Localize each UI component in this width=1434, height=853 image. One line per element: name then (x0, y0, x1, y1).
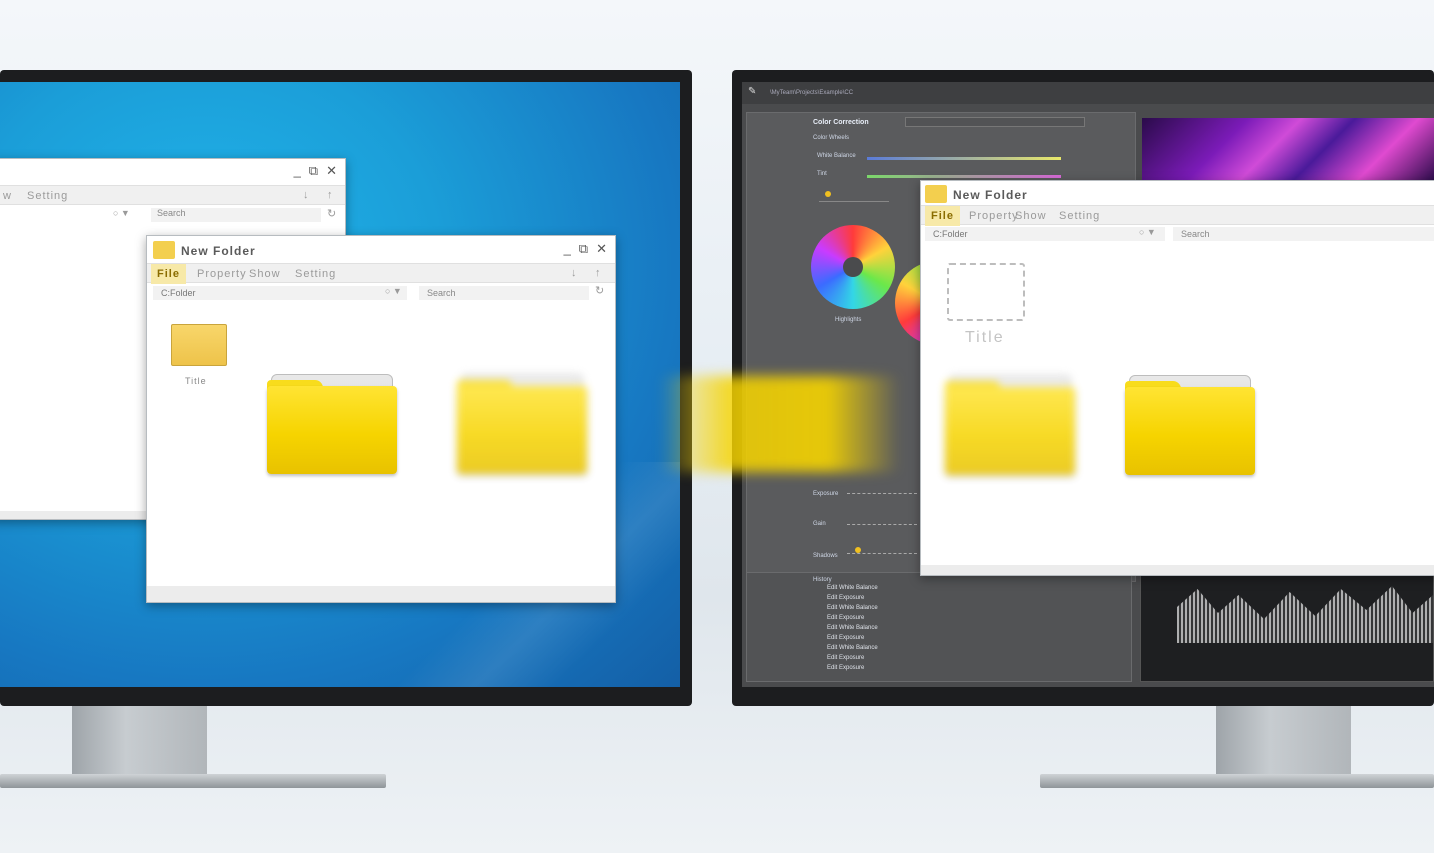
app-logo-icon: ✎ (748, 86, 757, 97)
statusbar (147, 586, 615, 602)
slider-handle[interactable] (825, 191, 831, 197)
menu-item-file[interactable]: File (925, 206, 960, 226)
shadows-slider[interactable] (847, 553, 917, 554)
waveform-scope (1140, 572, 1434, 682)
close-button[interactable]: ✕ (596, 241, 607, 257)
minimize-button[interactable]: _ (294, 163, 301, 179)
left-monitor-stand-base (0, 774, 386, 788)
folder-title-icon (925, 185, 947, 203)
tint-label: Tint (817, 171, 827, 177)
history-panel: History Edit White Balance Edit Exposure… (746, 572, 1132, 682)
reload-icon[interactable]: ↻ (595, 284, 604, 297)
folder-icon[interactable] (267, 374, 397, 474)
path-bar[interactable]: C:Folder (153, 286, 407, 300)
refresh-options-icon[interactable]: ○ ▼ (1139, 227, 1156, 237)
menu-item-setting[interactable]: Setting (295, 268, 336, 280)
restore-button[interactable]: ⧉ (579, 241, 588, 257)
right-monitor-stand-neck (1216, 706, 1351, 776)
up-arrow-icon[interactable]: ↑ (595, 267, 601, 279)
window-title: New Folder (181, 244, 256, 258)
history-item[interactable]: Edit White Balance (827, 603, 1077, 613)
menu-item-show[interactable]: Show (1015, 210, 1047, 222)
search-input[interactable]: Search (1173, 227, 1434, 241)
up-arrow-icon[interactable]: ↑ (327, 189, 333, 201)
window-title: New Folder (953, 188, 1028, 202)
white-balance-slider[interactable] (867, 157, 1061, 160)
menu-item-setting[interactable]: Setting (27, 190, 68, 202)
left-monitor-stand-neck (72, 706, 207, 776)
subsection-title: Color Wheels (813, 135, 850, 141)
section-title: Color Correction (813, 119, 869, 126)
exposure-slider[interactable] (847, 493, 917, 494)
white-balance-label: White Balance (817, 153, 856, 159)
front-window[interactable]: New Folder _ ⧉ ✕ File Property Show Sett… (146, 235, 616, 603)
down-arrow-icon[interactable]: ↓ (571, 267, 577, 279)
folder-icon[interactable] (171, 324, 227, 366)
close-button[interactable]: ✕ (326, 163, 337, 179)
slider-handle[interactable] (855, 547, 861, 553)
menu-item-property[interactable]: Property (969, 210, 1019, 222)
history-item[interactable]: Edit Exposure (827, 613, 1077, 623)
waveform-trace (1177, 586, 1433, 643)
reload-icon[interactable]: ↻ (327, 207, 336, 220)
history-item[interactable]: Edit White Balance (827, 623, 1077, 633)
left-screen-desktop: _ ⧉ ✕ w Setting ↓ ↑ ○ ▼ Search ↻ New Fol… (0, 82, 680, 687)
back-window-toolbar: ○ ▼ Search ↻ (0, 207, 345, 223)
minimize-button[interactable]: _ (564, 241, 571, 257)
search-input[interactable]: Search (419, 286, 589, 300)
wheel-label: Highlights (835, 317, 862, 323)
gain-label: Gain (813, 521, 826, 527)
folder-label: Title (185, 376, 207, 386)
menu-item-view[interactable]: w (3, 190, 12, 202)
folder-icon[interactable] (1125, 375, 1255, 475)
refresh-options-icon[interactable]: ○ ▼ (113, 208, 130, 218)
path-bar[interactable]: C:Folder (925, 227, 1165, 241)
menubar: File Property Show Setting (921, 205, 1434, 226)
refresh-options-icon[interactable]: ○ ▼ (385, 286, 402, 296)
right-window[interactable]: New Folder File Property Show Setting C:… (920, 180, 1434, 576)
menu-item-file[interactable]: File (151, 264, 186, 284)
folder-drop-placeholder[interactable] (947, 263, 1025, 321)
restore-button[interactable]: ⧉ (309, 163, 318, 179)
search-input[interactable]: Search (151, 208, 321, 222)
menu-item-setting[interactable]: Setting (1059, 210, 1100, 222)
history-list: Edit White Balance Edit Exposure Edit Wh… (827, 583, 1077, 673)
editor-path: \MyTeam\Projects\Example\CC (770, 90, 854, 96)
window-controls: _ ⧉ ✕ (564, 241, 607, 257)
menu-item-show[interactable]: Show (249, 268, 281, 280)
history-item[interactable]: Edit Exposure (827, 593, 1077, 603)
gain-slider[interactable] (847, 524, 917, 525)
preview-image (1142, 118, 1434, 182)
editor-titlebar: ✎ \MyTeam\Projects\Example\CC (742, 82, 1434, 104)
shadows-label: Shadows (813, 553, 838, 559)
history-item[interactable]: Edit Exposure (827, 653, 1077, 663)
folder-icon-dragging[interactable] (457, 374, 587, 474)
exposure-label: Exposure (813, 491, 839, 497)
slider-track (819, 201, 889, 202)
menu-item-property[interactable]: Property (197, 268, 247, 280)
back-window-menubar: w Setting ↓ ↑ (0, 185, 345, 205)
back-window-controls: _ ⧉ ✕ (294, 163, 337, 179)
right-monitor-stand-base (1040, 774, 1434, 788)
statusbar (921, 565, 1434, 575)
section-tabs (905, 117, 1085, 127)
history-item[interactable]: Edit Exposure (827, 633, 1077, 643)
tint-slider[interactable] (867, 175, 1061, 178)
color-wheel[interactable] (811, 225, 895, 309)
folder-drag-trail (660, 376, 900, 472)
folder-icon-dragging[interactable] (945, 375, 1075, 475)
history-item[interactable]: Edit Exposure (827, 663, 1077, 673)
down-arrow-icon[interactable]: ↓ (303, 189, 309, 201)
history-item[interactable]: Edit White Balance (827, 643, 1077, 653)
folder-title-icon (153, 241, 175, 259)
history-item[interactable]: Edit White Balance (827, 583, 1077, 593)
folder-label: Title (965, 329, 1005, 346)
menubar: File Property Show Setting ↓ ↑ (147, 263, 615, 284)
